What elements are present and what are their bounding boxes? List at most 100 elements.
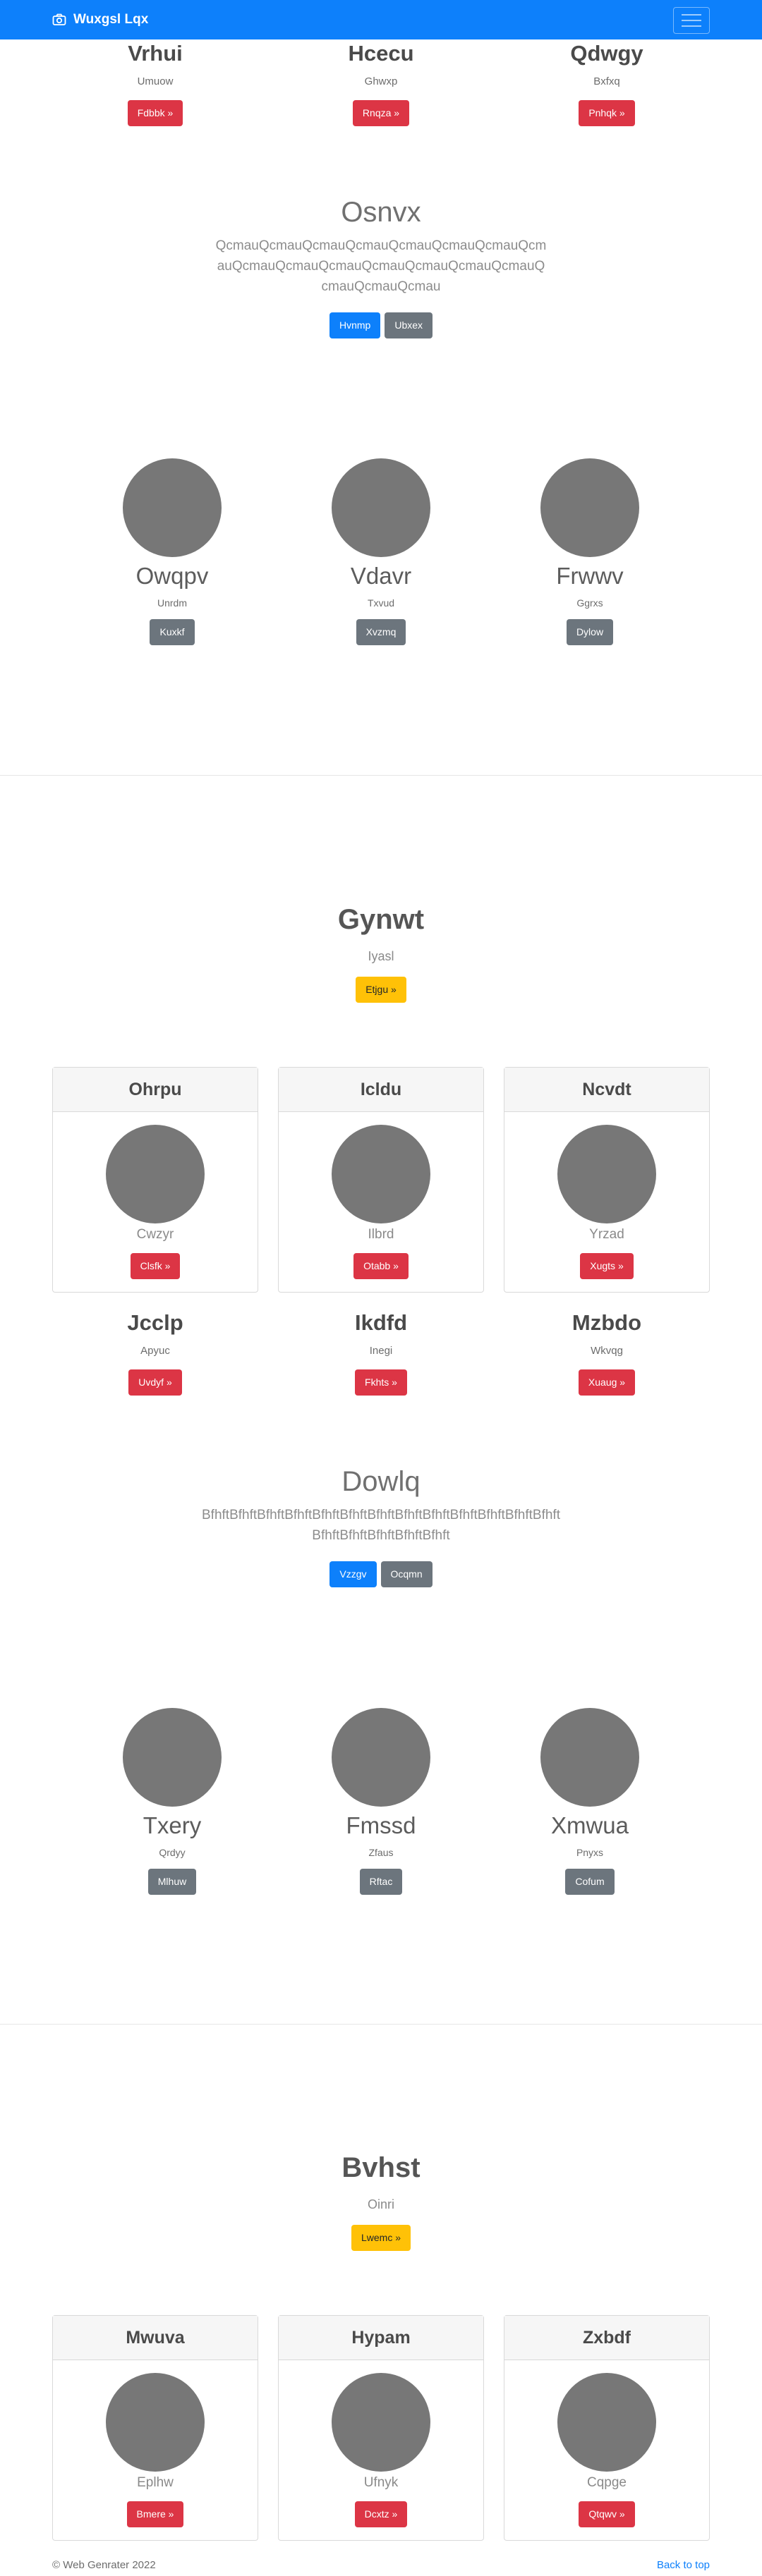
people-row: Txery Qrdyy Mlhuw Fmssd Zfaus Rftac Xmwu… bbox=[102, 1708, 660, 1895]
person-card: Xmwua Pnyxs Cofum bbox=[519, 1708, 660, 1895]
card-button[interactable]: Clsfk » bbox=[130, 1253, 181, 1279]
navbar-brand[interactable]: Wuxgsl Lqx bbox=[52, 11, 148, 28]
card-button[interactable]: Bmere » bbox=[126, 2501, 184, 2527]
hero-button[interactable]: Etjgu » bbox=[356, 977, 406, 1003]
card-body: Eplhw Bmere » bbox=[53, 2360, 258, 2540]
feature-title: Hcecu bbox=[348, 41, 414, 66]
avatar bbox=[540, 1708, 639, 1807]
feature-column: Ikdfd Inegi Fkhts » bbox=[278, 1310, 484, 1396]
card-row: Mwuva Eplhw Bmere » Hypam Ufnyk Dcxtz » … bbox=[52, 2315, 710, 2541]
person-subtitle: Unrdm bbox=[157, 597, 187, 609]
avatar bbox=[332, 458, 430, 557]
person-name: Frwwv bbox=[556, 563, 624, 589]
feature-button[interactable]: Pnhqk » bbox=[579, 100, 635, 126]
person-button[interactable]: Kuxkf bbox=[150, 619, 195, 645]
person-name: Fmssd bbox=[346, 1812, 416, 1838]
jumbotron-secondary-button[interactable]: Ocqmn bbox=[380, 1561, 433, 1587]
card-button[interactable]: Dcxtz » bbox=[354, 2501, 408, 2527]
card-subtitle: Ilbrd bbox=[368, 1227, 394, 1242]
section-divider bbox=[0, 2024, 762, 2025]
card-body: Ilbrd Otabb » bbox=[279, 1112, 483, 1292]
card-image bbox=[557, 2373, 656, 2472]
feature-column: Hcecu Ghwxp Rnqza » bbox=[278, 41, 484, 126]
feature-column: Jcclp Apyuc Uvdyf » bbox=[52, 1310, 258, 1396]
person-button[interactable]: Mlhuw bbox=[147, 1869, 197, 1895]
top-feature-row: Vrhui Umuow Fdbbk » Hcecu Ghwxp Rnqza » … bbox=[52, 41, 710, 126]
card-subtitle: Yrzad bbox=[589, 1227, 624, 1242]
mid-feature-row: Jcclp Apyuc Uvdyf » Ikdfd Inegi Fkhts » … bbox=[52, 1310, 710, 1396]
person-card: Txery Qrdyy Mlhuw bbox=[102, 1708, 243, 1895]
card-header: Mwuva bbox=[53, 2316, 258, 2360]
person-card: Frwwv Ggrxs Dylow bbox=[519, 458, 660, 645]
card: Mwuva Eplhw Bmere » bbox=[52, 2315, 258, 2541]
person-subtitle: Txvud bbox=[367, 597, 395, 609]
person-button[interactable]: Cofum bbox=[565, 1869, 615, 1895]
feature-button[interactable]: Xuaug » bbox=[578, 1369, 636, 1396]
card: Hypam Ufnyk Dcxtz » bbox=[278, 2315, 484, 2541]
card-subtitle: Cwzyr bbox=[136, 1227, 174, 1242]
feature-button[interactable]: Fkhts » bbox=[355, 1369, 407, 1396]
card-subtitle: Eplhw bbox=[137, 2475, 174, 2490]
card-body: Yrzad Xugts » bbox=[504, 1112, 709, 1292]
feature-title: Qdwgy bbox=[570, 41, 643, 66]
feature-button[interactable]: Uvdyf » bbox=[128, 1369, 182, 1396]
hero-button[interactable]: Lwemc » bbox=[351, 2225, 411, 2251]
person-button[interactable]: Rftac bbox=[359, 1869, 403, 1895]
card-image bbox=[106, 2373, 205, 2472]
hero-subtitle: Iyasl bbox=[368, 949, 394, 963]
jumbotron-primary-button[interactable]: Hvnmp bbox=[329, 312, 381, 338]
hero-title: Bvhst bbox=[341, 2152, 421, 2183]
card-button[interactable]: Qtqwv » bbox=[579, 2501, 635, 2527]
card: Ohrpu Cwzyr Clsfk » bbox=[52, 1067, 258, 1293]
avatar bbox=[332, 1708, 430, 1807]
person-card: Fmssd Zfaus Rftac bbox=[310, 1708, 452, 1895]
person-subtitle: Qrdyy bbox=[159, 1847, 186, 1858]
card-button[interactable]: Otabb » bbox=[353, 1253, 409, 1279]
feature-subtitle: Wkvqg bbox=[591, 1345, 623, 1357]
person-name: Owqpv bbox=[135, 563, 209, 589]
card: Zxbdf Cqpge Qtqwv » bbox=[504, 2315, 710, 2541]
jumbotron-osnvx: Osnvx QcmauQcmauQcmauQcmauQcmauQcmauQcma… bbox=[0, 196, 762, 338]
feature-subtitle: Bxfxq bbox=[593, 75, 620, 87]
card: Icldu Ilbrd Otabb » bbox=[278, 1067, 484, 1293]
navbar-toggler-button[interactable] bbox=[673, 7, 710, 34]
person-button[interactable]: Dylow bbox=[566, 619, 614, 645]
card-body: Cqpge Qtqwv » bbox=[504, 2360, 709, 2540]
feature-column: Mzbdo Wkvqg Xuaug » bbox=[504, 1310, 710, 1396]
hero-bvhst: Bvhst Oinri Lwemc » bbox=[0, 2151, 762, 2251]
card-button[interactable]: Xugts » bbox=[580, 1253, 634, 1279]
card-image bbox=[557, 1125, 656, 1223]
jumbotron-buttons: Vzzgv Ocqmn bbox=[0, 1561, 762, 1587]
jumbotron-primary-button[interactable]: Vzzgv bbox=[329, 1561, 377, 1587]
avatar bbox=[123, 1708, 222, 1807]
feature-button[interactable]: Fdbbk » bbox=[127, 100, 183, 126]
person-name: Vdavr bbox=[350, 563, 412, 589]
person-name: Xmwua bbox=[550, 1812, 629, 1838]
jumbotron-text: BfhftBfhftBfhftBfhftBfhftBfhftBfhftBfhft… bbox=[202, 1508, 560, 1543]
person-subtitle: Pnyxs bbox=[576, 1847, 604, 1858]
jumbotron-secondary-button[interactable]: Ubxex bbox=[385, 312, 433, 338]
card-row: Ohrpu Cwzyr Clsfk » Icldu Ilbrd Otabb » … bbox=[52, 1067, 710, 1293]
feature-title: Ikdfd bbox=[354, 1310, 408, 1335]
feature-button[interactable]: Rnqza » bbox=[352, 100, 410, 126]
person-name: Txery bbox=[143, 1812, 202, 1838]
feature-column: Vrhui Umuow Fdbbk » bbox=[52, 41, 258, 126]
card-header: Zxbdf bbox=[504, 2316, 709, 2360]
card-header: Ncvdt bbox=[504, 1068, 709, 1112]
brand-name: Wuxgsl Lqx bbox=[73, 12, 149, 27]
feature-subtitle: Inegi bbox=[369, 1345, 393, 1357]
person-subtitle: Ggrxs bbox=[576, 597, 603, 609]
hero-gynwt: Gynwt Iyasl Etjgu » bbox=[0, 903, 762, 1003]
person-card: Vdavr Txvud Xvzmq bbox=[310, 458, 452, 645]
copyright-text: © Web Genrater 2022 bbox=[52, 2559, 156, 2571]
card-subtitle: Cqpge bbox=[587, 2475, 627, 2490]
feature-subtitle: Umuow bbox=[137, 75, 174, 87]
card-image bbox=[332, 1125, 430, 1223]
person-card: Owqpv Unrdm Kuxkf bbox=[102, 458, 243, 645]
back-to-top-link[interactable]: Back to top bbox=[657, 2558, 710, 2572]
card-header: Ohrpu bbox=[53, 1068, 258, 1112]
hero-title: Gynwt bbox=[337, 904, 425, 935]
card-image bbox=[106, 1125, 205, 1223]
person-button[interactable]: Xvzmq bbox=[356, 619, 406, 645]
menu-icon bbox=[682, 14, 701, 27]
